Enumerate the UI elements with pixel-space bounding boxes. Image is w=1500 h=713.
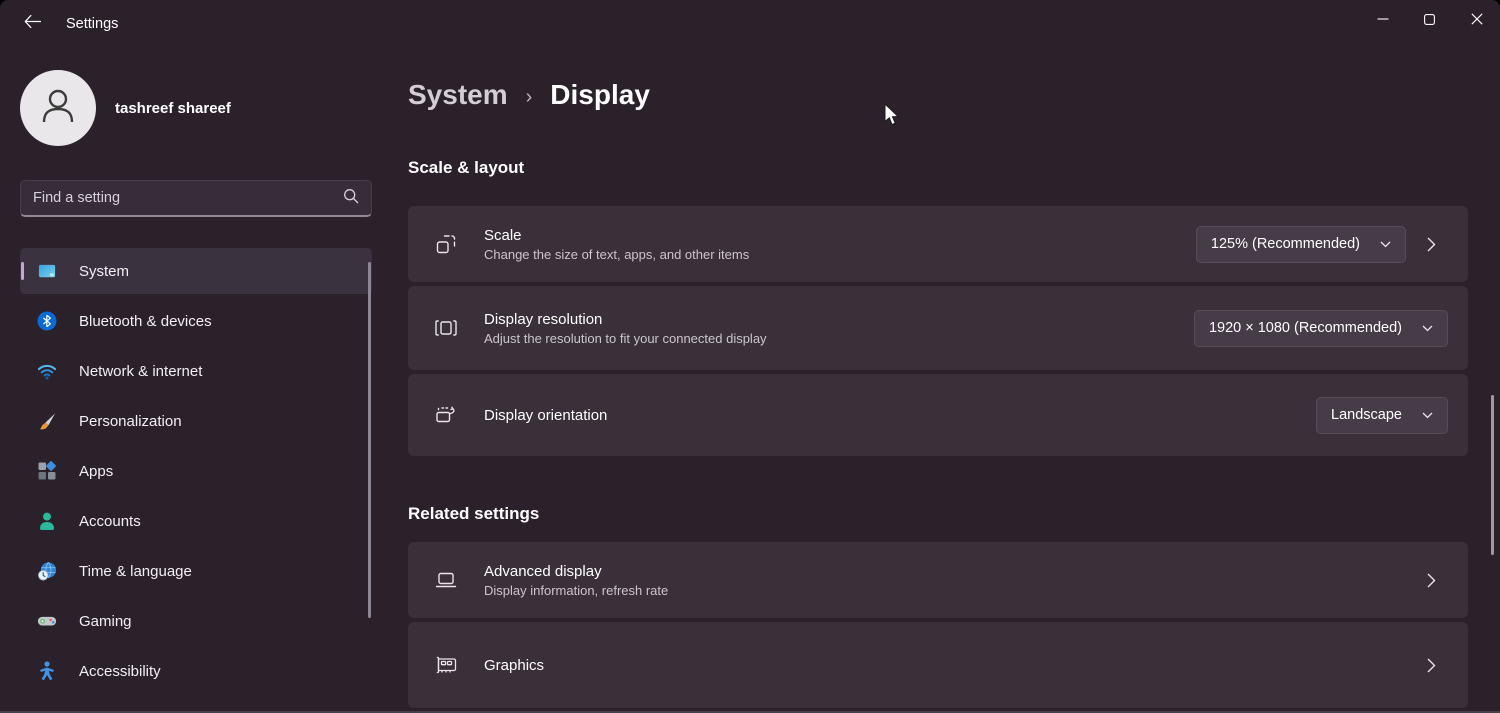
back-button[interactable] [12, 7, 52, 41]
sidebar-item-accessibility[interactable]: Accessibility [20, 648, 372, 694]
sidebar-item-label: Network & internet [79, 362, 203, 380]
apps-grid-icon [37, 461, 57, 481]
section-heading-scale-layout: Scale & layout [408, 158, 525, 177]
gpu-icon [408, 653, 484, 678]
orientation-icon [408, 403, 484, 427]
close-icon [1470, 12, 1483, 30]
back-arrow-icon [24, 14, 41, 34]
search-placeholder: Find a setting [33, 190, 121, 206]
sidebar-item-label: System [79, 262, 130, 280]
person-outline-icon [36, 84, 80, 133]
section-heading-related: Related settings [408, 504, 540, 523]
person-icon [37, 511, 57, 531]
related-settings-cards: Advanced display Display information, re… [408, 542, 1468, 708]
graphics-title: Graphics [484, 656, 545, 674]
chevron-down-icon [1422, 407, 1433, 423]
titlebar: Settings [0, 0, 1500, 48]
maximize-icon [1424, 12, 1435, 30]
chevron-separator-icon: › [525, 85, 533, 108]
advanced-display-subtitle: Display information, refresh rate [484, 582, 669, 598]
sidebar-item-network[interactable]: Network & internet [20, 348, 372, 394]
sidebar-scrollbar[interactable] [368, 262, 371, 618]
gamepad-icon [37, 611, 57, 631]
scale-dropdown[interactable]: 125% (Recommended) [1195, 225, 1406, 263]
breadcrumb: System › Display [408, 74, 1500, 116]
sidebar-item-label: Accessibility [79, 662, 161, 680]
search-icon [343, 188, 359, 209]
sidebar-item-label: Accounts [79, 512, 141, 530]
main-content: System › Display Scale & layout Scale Ch… [390, 48, 1500, 711]
settings-window: Settings tashreef shareef Find a setting… [0, 0, 1500, 713]
maximize-button[interactable] [1406, 0, 1453, 42]
main-scrollbar[interactable] [1491, 395, 1494, 555]
chevron-down-icon [1422, 320, 1433, 336]
close-button[interactable] [1453, 0, 1500, 42]
orientation-title: Display orientation [484, 406, 608, 424]
resolution-dropdown-value: 1920 × 1080 (Recommended) [1208, 320, 1402, 336]
resolution-title: Display resolution [484, 310, 603, 328]
sidebar-item-label: Time & language [79, 562, 192, 580]
sidebar-item-apps[interactable]: Apps [20, 448, 372, 494]
sidebar-item-label: Bluetooth & devices [79, 312, 212, 330]
chevron-down-icon [1380, 236, 1391, 252]
resolution-icon [408, 316, 484, 340]
search-input[interactable]: Find a setting [20, 180, 372, 217]
laptop-icon [408, 568, 484, 592]
sidebar-item-label: Gaming [79, 612, 132, 630]
scale-subtitle: Change the size of text, apps, and other… [484, 246, 750, 262]
chevron-right-icon [1414, 658, 1448, 673]
orientation-dropdown-value: Landscape [1331, 407, 1402, 423]
user-profile[interactable]: tashreef shareef [20, 70, 231, 146]
advanced-display-title: Advanced display [484, 562, 602, 580]
scale-layout-cards: Scale Change the size of text, apps, and… [408, 206, 1468, 456]
scale-row[interactable]: Scale Change the size of text, apps, and… [408, 206, 1468, 282]
monitor-icon [37, 261, 57, 281]
scale-icon [408, 232, 484, 256]
sidebar-item-system[interactable]: System [20, 248, 372, 294]
page-title: Display [550, 79, 650, 110]
paintbrush-icon [37, 411, 57, 431]
scale-dropdown-value: 125% (Recommended) [1210, 236, 1360, 252]
advanced-display-row[interactable]: Advanced display Display information, re… [408, 542, 1468, 618]
bluetooth-icon [37, 311, 57, 331]
scale-title: Scale [484, 226, 522, 244]
breadcrumb-system-link[interactable]: System [408, 79, 508, 111]
chevron-right-icon[interactable] [1414, 237, 1448, 252]
sidebar-item-personalization[interactable]: Personalization [20, 398, 372, 444]
avatar [20, 70, 96, 146]
display-resolution-row[interactable]: Display resolution Adjust the resolution… [408, 286, 1468, 370]
minimize-icon [1377, 12, 1389, 30]
user-name: tashreef shareef [115, 99, 231, 117]
wifi-icon [37, 361, 57, 381]
resolution-subtitle: Adjust the resolution to fit your connec… [484, 330, 767, 346]
app-title: Settings [66, 16, 119, 32]
accessibility-icon [37, 661, 57, 681]
graphics-row[interactable]: Graphics [408, 622, 1468, 708]
sidebar-item-gaming[interactable]: Gaming [20, 598, 372, 644]
sidebar-item-label: Apps [79, 462, 114, 480]
mouse-cursor [884, 102, 901, 127]
resolution-dropdown[interactable]: 1920 × 1080 (Recommended) [1193, 309, 1448, 347]
sidebar-item-accounts[interactable]: Accounts [20, 498, 372, 544]
sidebar-item-label: Personalization [79, 412, 182, 430]
sidebar-item-bluetooth[interactable]: Bluetooth & devices [20, 298, 372, 344]
display-orientation-row[interactable]: Display orientation Landscape [408, 374, 1468, 456]
sidebar: tashreef shareef Find a setting System B… [0, 48, 390, 711]
orientation-dropdown[interactable]: Landscape [1316, 396, 1448, 434]
sidebar-nav: System Bluetooth & devices Network & int… [20, 248, 372, 698]
selected-accent-pill [21, 262, 24, 280]
globe-clock-icon [37, 561, 57, 581]
sidebar-item-time-language[interactable]: Time & language [20, 548, 372, 594]
chevron-right-icon [1414, 573, 1448, 588]
minimize-button[interactable] [1359, 0, 1406, 42]
